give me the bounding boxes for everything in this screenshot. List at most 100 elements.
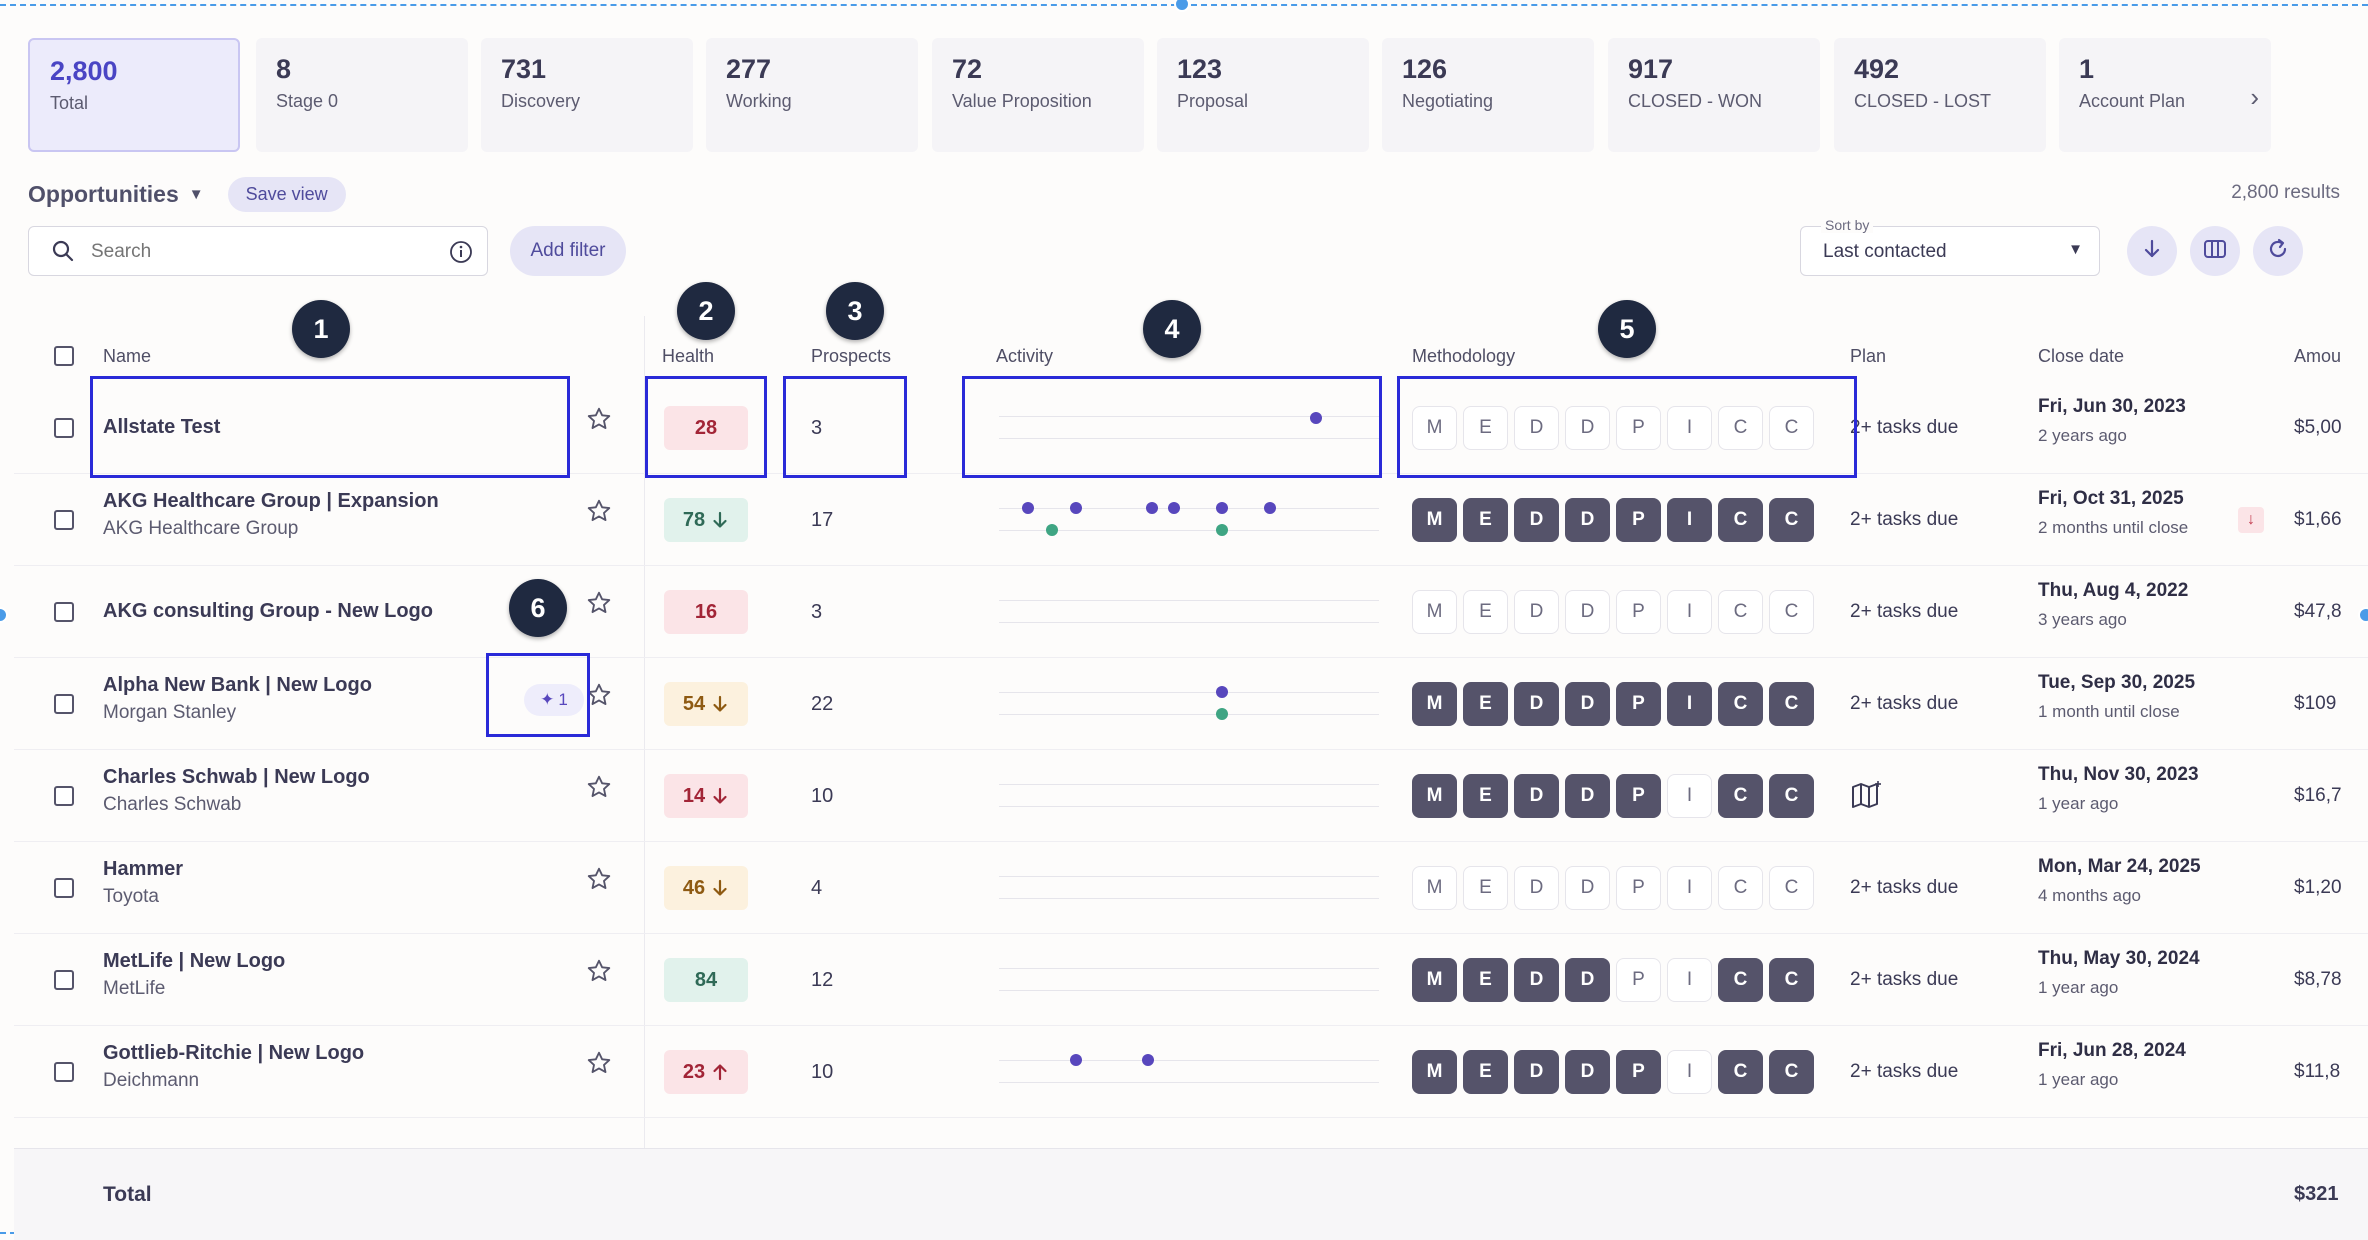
methodology-step[interactable]: P — [1616, 958, 1661, 1002]
header-name[interactable]: Name — [103, 346, 151, 367]
methodology-step[interactable]: C — [1718, 682, 1763, 726]
activity-dot[interactable] — [1216, 502, 1228, 514]
methodology-step[interactable]: D — [1514, 866, 1559, 910]
activity-dot[interactable] — [1310, 412, 1322, 424]
opportunity-name[interactable]: Gottlieb-Ritchie | New Logo — [103, 1042, 364, 1065]
activity-dot[interactable] — [1142, 1054, 1154, 1066]
methodology-step[interactable]: D — [1565, 866, 1610, 910]
activity-dot[interactable] — [1070, 1054, 1082, 1066]
row-checkbox[interactable] — [54, 694, 74, 714]
plan-status[interactable]: 2+ tasks due — [1850, 601, 1958, 623]
activity-dot[interactable] — [1216, 708, 1228, 720]
star-icon[interactable] — [586, 682, 612, 713]
opportunity-name[interactable]: MetLife | New Logo — [103, 950, 285, 973]
sort-direction-button[interactable] — [2127, 226, 2177, 276]
plan-status[interactable]: 2+ tasks due — [1850, 1061, 1958, 1083]
resize-handle-top[interactable] — [1174, 0, 1190, 12]
star-icon[interactable] — [586, 590, 612, 621]
row-checkbox[interactable] — [54, 970, 74, 990]
stage-tile-proposal[interactable]: 123 Proposal — [1157, 38, 1369, 152]
methodology-step[interactable]: M — [1412, 590, 1457, 634]
health-score-badge[interactable]: 14 — [664, 774, 748, 818]
methodology-step[interactable]: D — [1514, 406, 1559, 450]
opportunity-name[interactable]: Allstate Test — [103, 416, 220, 439]
methodology-step[interactable]: I — [1667, 682, 1712, 726]
methodology-step[interactable]: D — [1565, 406, 1610, 450]
health-score-badge[interactable]: 46 — [664, 866, 748, 910]
opportunity-name[interactable]: AKG consulting Group - New Logo — [103, 600, 433, 623]
header-health[interactable]: Health — [662, 346, 714, 367]
health-score-badge[interactable]: 28 — [664, 406, 748, 450]
resize-handle-left[interactable] — [0, 607, 8, 623]
plan-status[interactable]: 2+ tasks due — [1850, 509, 1958, 531]
methodology-step[interactable]: E — [1463, 1050, 1508, 1094]
stage-tile-working[interactable]: 277 Working — [706, 38, 918, 152]
methodology-step[interactable]: M — [1412, 958, 1457, 1002]
header-amount[interactable]: Amou — [2294, 346, 2341, 367]
methodology-step[interactable]: I — [1667, 498, 1712, 542]
stage-tile-total[interactable]: 2,800 Total — [28, 38, 240, 152]
methodology-step[interactable]: C — [1769, 1050, 1814, 1094]
activity-dot[interactable] — [1022, 502, 1034, 514]
stage-tile-stage-0[interactable]: 8 Stage 0 — [256, 38, 468, 152]
select-all-checkbox[interactable] — [54, 346, 74, 366]
methodology-step[interactable]: D — [1514, 590, 1559, 634]
stage-tile-value-proposition[interactable]: 72 Value Proposition — [932, 38, 1144, 152]
columns-button[interactable] — [2190, 226, 2240, 276]
header-plan[interactable]: Plan — [1850, 346, 1886, 367]
activity-dot[interactable] — [1046, 524, 1058, 536]
methodology-step[interactable]: M — [1412, 774, 1457, 818]
row-checkbox[interactable] — [54, 878, 74, 898]
methodology-step[interactable]: M — [1412, 406, 1457, 450]
methodology-step[interactable]: D — [1514, 498, 1559, 542]
methodology-step[interactable]: E — [1463, 682, 1508, 726]
header-activity[interactable]: Activity — [996, 346, 1053, 367]
arrow-down-alert-icon[interactable]: ↓ — [2238, 507, 2264, 533]
save-view-button[interactable]: Save view — [227, 176, 346, 212]
table-row[interactable]: Hammer Toyota 46 4 M E D D P I C C 2+ tasks due Mon, … — [14, 842, 2368, 934]
sort-select[interactable]: Sort by Last contacted ▼ — [1800, 217, 2100, 276]
stage-tile-closed-lost[interactable]: 492 CLOSED - LOST — [1834, 38, 2046, 152]
header-close-date[interactable]: Close date — [2038, 346, 2124, 367]
activity-dot[interactable] — [1070, 502, 1082, 514]
stage-tile-closed-won[interactable]: 917 CLOSED - WON — [1608, 38, 1820, 152]
methodology-step[interactable]: M — [1412, 1050, 1457, 1094]
methodology-step[interactable]: C — [1718, 958, 1763, 1002]
plan-status[interactable]: 2+ tasks due — [1850, 693, 1958, 715]
methodology-step[interactable]: C — [1769, 590, 1814, 634]
methodology-step[interactable]: D — [1565, 958, 1610, 1002]
methodology-step[interactable]: C — [1769, 498, 1814, 542]
ai-insight-chip[interactable]: ✦ 1 — [524, 684, 584, 716]
methodology-step[interactable]: P — [1616, 866, 1661, 910]
methodology-step[interactable]: I — [1667, 958, 1712, 1002]
table-row[interactable]: AKG consulting Group - New Logo 16 3 M E D D P I… — [14, 566, 2368, 658]
star-icon[interactable] — [586, 866, 612, 897]
methodology-step[interactable]: C — [1718, 774, 1763, 818]
star-icon[interactable] — [586, 774, 612, 805]
methodology-step[interactable]: M — [1412, 866, 1457, 910]
methodology-step[interactable]: I — [1667, 590, 1712, 634]
opportunity-name[interactable]: Charles Schwab | New Logo — [103, 766, 370, 789]
methodology-step[interactable]: P — [1616, 590, 1661, 634]
table-row[interactable]: Alpha New Bank | New Logo Morgan Stanley 5… — [14, 658, 2368, 750]
row-checkbox[interactable] — [54, 602, 74, 622]
refresh-button[interactable] — [2253, 226, 2303, 276]
activity-dot[interactable] — [1168, 502, 1180, 514]
opportunity-name[interactable]: Alpha New Bank | New Logo — [103, 674, 372, 697]
plan-status[interactable]: 2+ tasks due — [1850, 969, 1958, 991]
table-row[interactable]: AKG Healthcare Group | Expansion AKG Heal… — [14, 474, 2368, 566]
methodology-step[interactable]: P — [1616, 1050, 1661, 1094]
row-checkbox[interactable] — [54, 786, 74, 806]
methodology-step[interactable]: M — [1412, 498, 1457, 542]
table-row[interactable]: Charles Schwab | New Logo Charles Schwab 1… — [14, 750, 2368, 842]
methodology-step[interactable]: D — [1565, 774, 1610, 818]
methodology-step[interactable]: C — [1718, 498, 1763, 542]
methodology-step[interactable]: P — [1616, 774, 1661, 818]
methodology-step[interactable]: C — [1769, 682, 1814, 726]
table-row[interactable]: MetLife | New Logo MetLife 84 12 M E D D P I C C 2+ … — [14, 934, 2368, 1026]
methodology-step[interactable]: P — [1616, 682, 1661, 726]
row-checkbox[interactable] — [54, 510, 74, 530]
methodology-step[interactable]: C — [1718, 406, 1763, 450]
methodology-step[interactable]: C — [1769, 866, 1814, 910]
methodology-step[interactable]: D — [1565, 1050, 1610, 1094]
